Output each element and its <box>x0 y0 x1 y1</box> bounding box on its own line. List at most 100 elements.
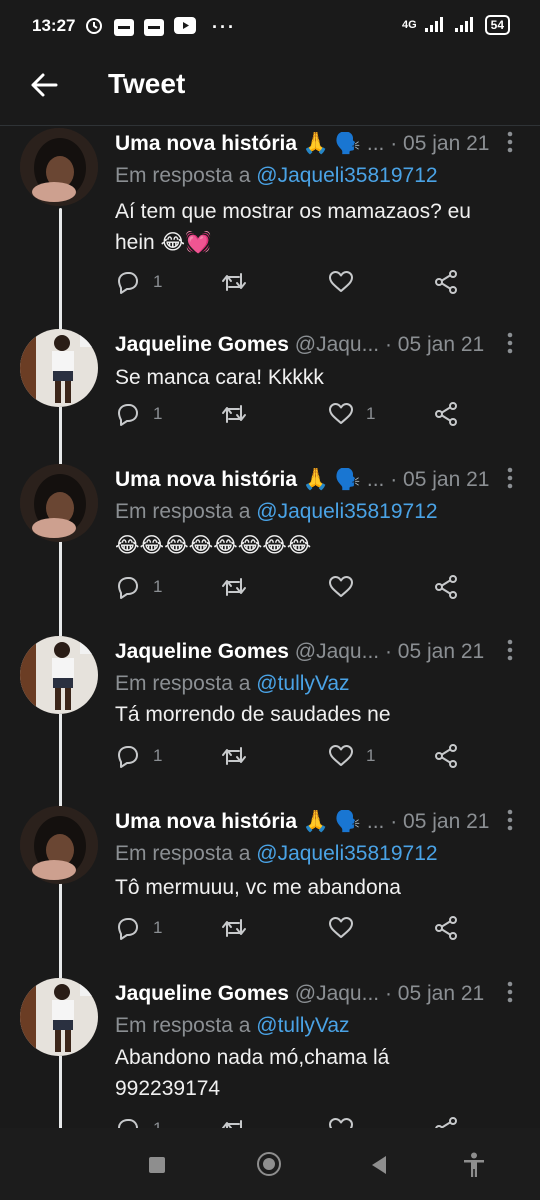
tweet-text: Se manca cara! Kkkkk <box>115 366 324 389</box>
author-name[interactable]: Uma nova história 🙏 🗣️ <box>115 810 361 833</box>
tweet-actions: 1 1 <box>115 401 475 431</box>
retweet-button[interactable] <box>220 1116 260 1128</box>
message-icon <box>144 19 164 36</box>
tweet-date: 05 jan 21 <box>403 132 490 155</box>
avatar[interactable] <box>20 464 98 542</box>
author-handle[interactable]: ... <box>367 132 385 155</box>
reply-icon <box>118 577 138 599</box>
share-button[interactable] <box>433 743 459 769</box>
page-title: Tweet <box>108 68 186 99</box>
status-bar: 13:27 ··· 4G 54 <box>0 0 540 52</box>
more-vertical-icon[interactable] <box>503 331 517 355</box>
tweet-text: Tô mermuuu, vc me abandona <box>115 876 401 899</box>
recents-button[interactable] <box>149 1157 165 1173</box>
tweet-date: 05 jan 21 <box>403 468 490 491</box>
reply-mention[interactable]: @tullyVaz <box>256 672 349 695</box>
avatar[interactable] <box>20 806 98 884</box>
reply-button[interactable]: 1 <box>115 574 162 600</box>
heart-icon <box>329 745 353 766</box>
retweet-icon <box>222 405 246 423</box>
like-button[interactable] <box>328 1116 366 1128</box>
header-divider <box>0 125 540 126</box>
share-button[interactable] <box>433 574 459 600</box>
author-name[interactable]: Uma nova história 🙏 🗣️ <box>115 468 361 491</box>
share-icon <box>435 402 457 426</box>
reply-mention[interactable]: @Jaqueli35819712 <box>256 500 437 523</box>
reply-icon <box>118 1119 138 1128</box>
author-handle[interactable]: ... <box>367 810 385 833</box>
retweet-icon <box>222 578 246 596</box>
like-button[interactable] <box>328 915 366 941</box>
author-handle[interactable]: @Jaqu... <box>295 982 379 1005</box>
retweet-button[interactable] <box>220 743 260 769</box>
heart-icon <box>329 1118 353 1128</box>
author-name[interactable]: Jaqueline Gomes <box>115 333 289 356</box>
share-icon <box>435 744 457 768</box>
author-name[interactable]: Uma nova história 🙏 🗣️ <box>115 132 361 155</box>
tweet-actions: 1 <box>115 269 475 299</box>
share-button[interactable] <box>433 915 459 941</box>
like-button[interactable] <box>328 269 366 295</box>
share-button[interactable] <box>433 1116 459 1128</box>
reply-mention[interactable]: @Jaqueli35819712 <box>256 842 437 865</box>
reply-context: Em resposta a @Jaqueli35819712 <box>115 164 438 188</box>
reply-button[interactable]: 1 <box>115 915 162 941</box>
reply-icon <box>118 918 138 940</box>
more-vertical-icon[interactable] <box>503 130 517 154</box>
retweet-button[interactable] <box>220 915 260 941</box>
back-button[interactable] <box>370 1155 388 1180</box>
reply-button[interactable]: 1 <box>115 401 162 427</box>
author-name[interactable]: Jaqueline Gomes <box>115 640 289 663</box>
more-vertical-icon[interactable] <box>503 808 517 832</box>
more-vertical-icon[interactable] <box>503 466 517 490</box>
home-button[interactable] <box>257 1152 281 1176</box>
author-handle[interactable]: @Jaqu... <box>295 333 379 356</box>
tweet-date: 05 jan 21 <box>397 333 485 356</box>
share-icon <box>435 916 457 940</box>
reply-context: Em resposta a @tullyVaz <box>115 672 350 696</box>
reply-context: Em resposta a @Jaqueli35819712 <box>115 500 438 524</box>
tweet-date: 05 jan 21 <box>403 810 490 833</box>
share-button[interactable] <box>433 401 459 427</box>
reply-mention[interactable]: @Jaqueli35819712 <box>256 164 437 187</box>
avatar[interactable] <box>20 128 98 206</box>
retweet-button[interactable] <box>220 401 260 427</box>
reply-count: 1 <box>153 272 163 291</box>
accessibility-icon[interactable] <box>463 1152 485 1183</box>
more-vertical-icon[interactable] <box>503 638 517 662</box>
like-button[interactable]: 1 <box>328 743 375 769</box>
author-name[interactable]: Jaqueline Gomes <box>115 982 289 1005</box>
like-button[interactable] <box>328 574 366 600</box>
avatar[interactable] <box>20 636 98 714</box>
youtube-icon <box>174 16 196 39</box>
retweet-button[interactable] <box>220 574 260 600</box>
avatar[interactable] <box>20 978 98 1056</box>
like-button[interactable]: 1 <box>328 401 375 427</box>
reply-count: 1 <box>153 1119 162 1128</box>
reply-prefix: Em resposta a <box>115 1014 251 1037</box>
share-icon <box>435 270 457 294</box>
alarm-icon <box>84 15 104 40</box>
reply-mention[interactable]: @tullyVaz <box>256 1014 349 1037</box>
avatar[interactable] <box>20 329 98 407</box>
author-handle[interactable]: ... <box>367 468 385 491</box>
tweet-actions: 1 <box>115 1116 475 1128</box>
reply-button[interactable]: 1 <box>115 269 162 295</box>
author-handle[interactable]: @Jaqu... <box>295 640 379 663</box>
tweet-text: 😂😂😂😂😂😂😂😂 <box>115 534 312 557</box>
tweet-text: Aí tem que mostrar os mamazaos? eu hein … <box>115 200 471 254</box>
reply-button[interactable]: 1 <box>115 1116 162 1128</box>
retweet-button[interactable] <box>220 269 260 295</box>
share-button[interactable] <box>433 269 459 295</box>
more-vertical-icon[interactable] <box>503 980 517 1004</box>
retweet-icon <box>222 747 246 765</box>
reply-icon <box>118 746 138 768</box>
reply-prefix: Em resposta a <box>115 164 251 187</box>
reply-button[interactable]: 1 <box>115 743 162 769</box>
reply-context: Em resposta a @tullyVaz <box>115 1014 350 1038</box>
reply-prefix: Em resposta a <box>115 672 251 695</box>
reply-icon <box>118 404 138 426</box>
back-arrow-icon[interactable] <box>26 67 62 103</box>
tweet-actions: 1 <box>115 574 475 604</box>
retweet-icon <box>222 1120 242 1128</box>
